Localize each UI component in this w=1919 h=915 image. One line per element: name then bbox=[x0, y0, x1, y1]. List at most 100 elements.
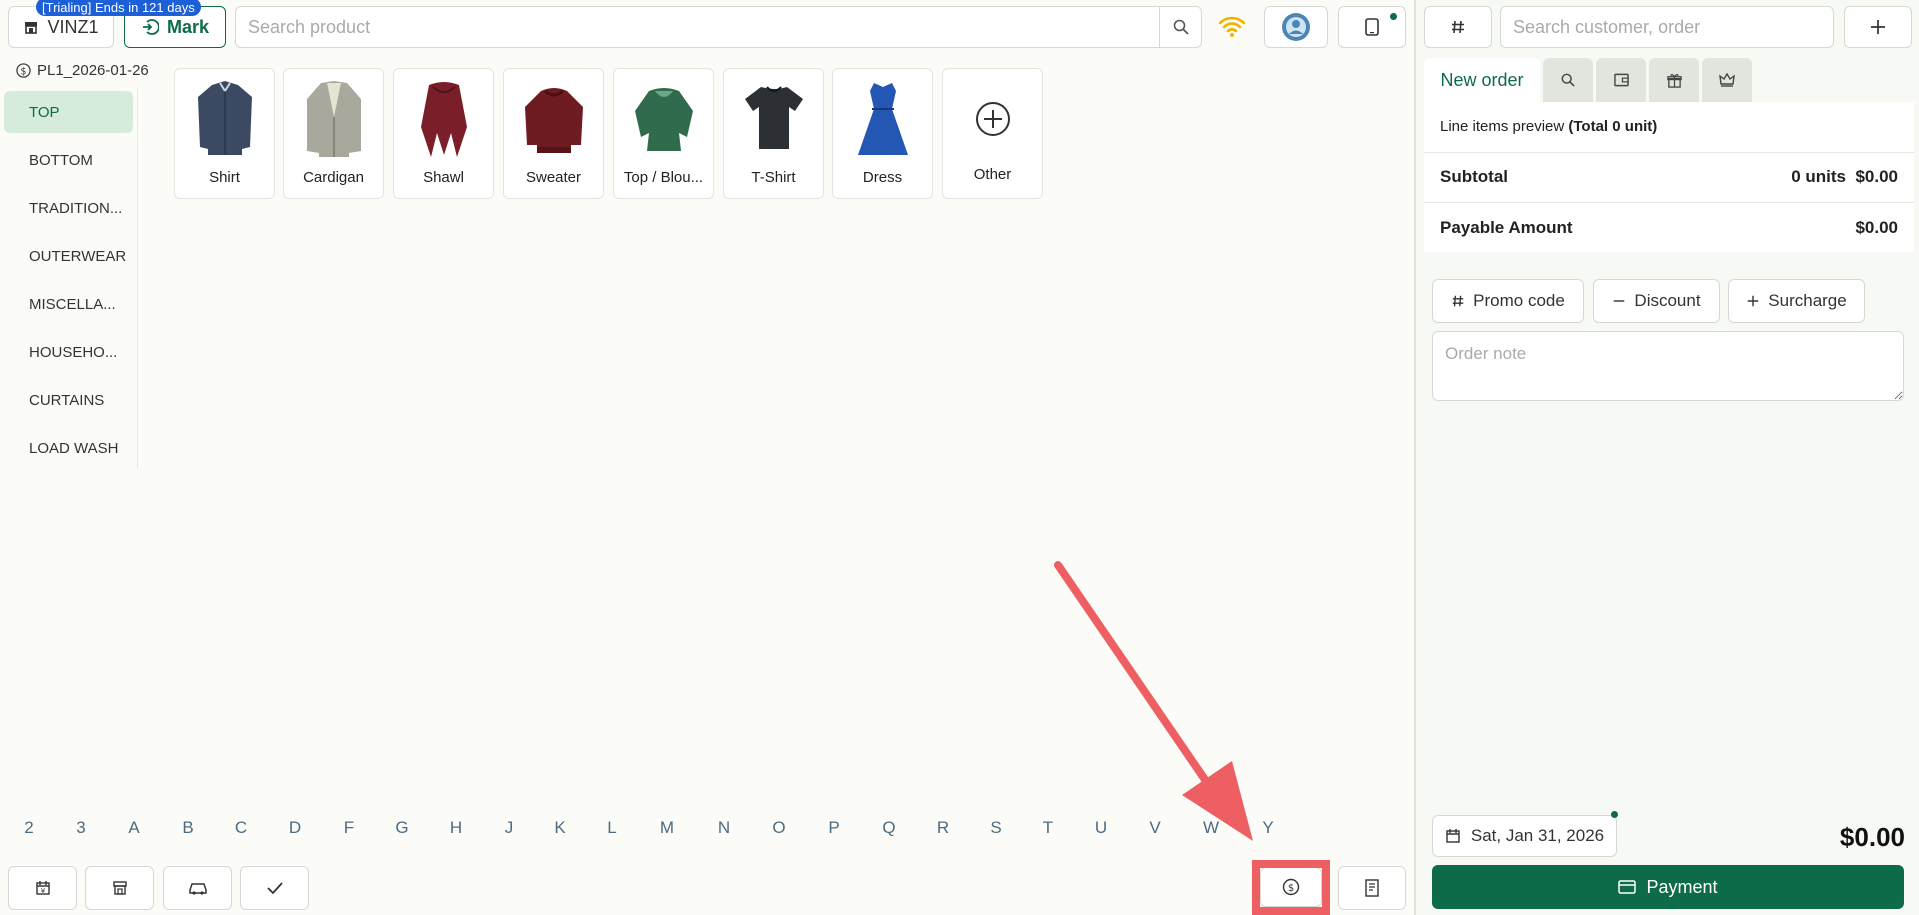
category-list: TOP BOTTOM TRADITION... OUTERWEAR MISCEL… bbox=[0, 88, 138, 468]
plus-icon bbox=[1870, 19, 1886, 35]
customer-search-input[interactable] bbox=[1501, 7, 1833, 47]
alpha-filter-g[interactable]: G bbox=[390, 818, 414, 838]
order-note-input[interactable] bbox=[1433, 332, 1903, 400]
tab-wallet[interactable] bbox=[1596, 58, 1646, 102]
category-item-outerwear[interactable]: OUTERWEAR bbox=[4, 235, 133, 277]
receipt-icon bbox=[1364, 879, 1380, 897]
mark-login-icon bbox=[141, 18, 159, 36]
product-search bbox=[235, 6, 1202, 48]
alpha-filter-q[interactable]: Q bbox=[877, 818, 901, 838]
preview-total: (Total 0 unit) bbox=[1568, 118, 1658, 135]
minus-icon bbox=[1612, 294, 1626, 308]
search-icon bbox=[1173, 19, 1189, 35]
alpha-filter-p[interactable]: P bbox=[822, 818, 846, 838]
product-label: Other bbox=[973, 166, 1012, 183]
product-card-top-blouse[interactable]: Top / Blou... bbox=[613, 68, 714, 199]
shawl-image bbox=[421, 82, 467, 157]
category-item-traditional[interactable]: TRADITION... bbox=[4, 187, 133, 229]
tab-new-order[interactable]: New order bbox=[1424, 58, 1540, 102]
discount-button[interactable]: Discount bbox=[1593, 279, 1720, 323]
payment-button[interactable]: Payment bbox=[1432, 865, 1904, 909]
dollar-circle-icon: $ bbox=[16, 63, 31, 78]
receipt-button[interactable] bbox=[1338, 866, 1406, 910]
gift-icon bbox=[1666, 73, 1682, 88]
search-icon bbox=[1561, 73, 1575, 87]
surcharge-button[interactable]: Surcharge bbox=[1728, 279, 1865, 323]
tab-search[interactable] bbox=[1543, 58, 1593, 102]
product-card-dress[interactable]: Dress bbox=[832, 68, 933, 199]
category-item-load-wash[interactable]: LOAD WASH bbox=[4, 427, 133, 469]
store-icon bbox=[23, 19, 39, 35]
hash-icon bbox=[1451, 294, 1465, 308]
alpha-filter-k[interactable]: K bbox=[548, 818, 572, 838]
plus-circle-icon bbox=[976, 102, 1010, 136]
category-item-top[interactable]: TOP bbox=[4, 91, 133, 133]
svg-text:$: $ bbox=[21, 66, 27, 77]
alpha-filter-v[interactable]: V bbox=[1143, 818, 1167, 838]
divider bbox=[1424, 152, 1914, 153]
alpha-filter-y[interactable]: Y bbox=[1256, 818, 1280, 838]
alpha-filter-3[interactable]: 3 bbox=[69, 818, 93, 838]
wifi-icon bbox=[1218, 14, 1246, 38]
calendar-icon bbox=[1445, 828, 1461, 844]
cardigan-image bbox=[307, 81, 361, 157]
product-search-input[interactable] bbox=[248, 7, 1148, 47]
sweater-image bbox=[525, 88, 583, 153]
divider bbox=[1424, 202, 1914, 203]
product-card-t-shirt[interactable]: T-Shirt bbox=[723, 68, 824, 199]
product-search-button[interactable] bbox=[1159, 7, 1201, 47]
alpha-filter-r[interactable]: R bbox=[931, 818, 955, 838]
product-card-shawl[interactable]: Shawl bbox=[393, 68, 494, 199]
alpha-filter-m[interactable]: M bbox=[655, 818, 679, 838]
line-items-preview: Line items preview (Total 0 unit) bbox=[1440, 118, 1657, 135]
pricelist-indicator[interactable]: $ PL1_2026-01-26 bbox=[16, 62, 149, 79]
alpha-filter-o[interactable]: O bbox=[767, 818, 791, 838]
blouse-image bbox=[635, 88, 693, 151]
date-status-dot bbox=[1611, 811, 1618, 818]
tab-gift[interactable] bbox=[1649, 58, 1699, 102]
order-number-button[interactable] bbox=[1424, 6, 1492, 48]
alpha-filter-h[interactable]: H bbox=[444, 818, 468, 838]
alpha-filter-n[interactable]: N bbox=[712, 818, 736, 838]
category-item-curtains[interactable]: CURTAINS bbox=[4, 379, 133, 421]
alpha-filter-a[interactable]: A bbox=[122, 818, 146, 838]
complete-button[interactable] bbox=[240, 866, 309, 910]
alpha-filter-l[interactable]: L bbox=[600, 818, 624, 838]
tab-membership[interactable] bbox=[1702, 58, 1752, 102]
tablet-mode-button[interactable] bbox=[1338, 6, 1406, 48]
trial-badge: [Trialing] Ends in 121 days bbox=[36, 0, 201, 16]
category-item-bottom[interactable]: BOTTOM bbox=[4, 139, 133, 181]
alpha-filter-d[interactable]: D bbox=[283, 818, 307, 838]
alpha-filter-t[interactable]: T bbox=[1036, 818, 1060, 838]
annotation-arrow bbox=[1054, 561, 1253, 841]
alpha-filter-u[interactable]: U bbox=[1089, 818, 1113, 838]
alpha-filter-c[interactable]: C bbox=[229, 818, 253, 838]
schedule-button[interactable]: ¥ bbox=[8, 866, 77, 910]
user-avatar-button[interactable] bbox=[1264, 6, 1328, 48]
discount-label: Discount bbox=[1634, 291, 1701, 310]
product-card-other[interactable]: Other bbox=[942, 68, 1043, 199]
promo-code-button[interactable]: Promo code bbox=[1432, 279, 1584, 323]
product-card-sweater[interactable]: Sweater bbox=[503, 68, 604, 199]
category-item-household[interactable]: HOUSEHO... bbox=[4, 331, 133, 373]
pricelist-label: PL1_2026-01-26 bbox=[37, 62, 149, 79]
alpha-filter-b[interactable]: B bbox=[176, 818, 200, 838]
product-card-shirt[interactable]: Shirt bbox=[174, 68, 275, 199]
alpha-filter-j[interactable]: J bbox=[497, 818, 521, 838]
alpha-filter-f[interactable]: F bbox=[337, 818, 361, 838]
promo-code-label: Promo code bbox=[1473, 291, 1565, 310]
alpha-filter-2[interactable]: 2 bbox=[17, 818, 41, 838]
alpha-filter-s[interactable]: S bbox=[984, 818, 1008, 838]
alpha-filter-w[interactable]: W bbox=[1199, 818, 1223, 838]
due-date-button[interactable]: Sat, Jan 31, 2026 bbox=[1432, 811, 1618, 857]
store-pickup-button[interactable] bbox=[85, 866, 154, 910]
category-item-miscellaneous[interactable]: MISCELLA... bbox=[4, 283, 133, 325]
product-label: Top / Blou... bbox=[623, 169, 704, 186]
wallet-icon bbox=[1613, 73, 1629, 87]
product-card-cardigan[interactable]: Cardigan bbox=[283, 68, 384, 199]
credit-card-icon bbox=[1618, 880, 1637, 894]
mark-label: Mark bbox=[166, 16, 210, 37]
delivery-button[interactable] bbox=[163, 866, 232, 910]
order-summary: Line items preview (Total 0 unit) Subtot… bbox=[1424, 102, 1914, 252]
add-customer-button[interactable] bbox=[1844, 6, 1912, 48]
